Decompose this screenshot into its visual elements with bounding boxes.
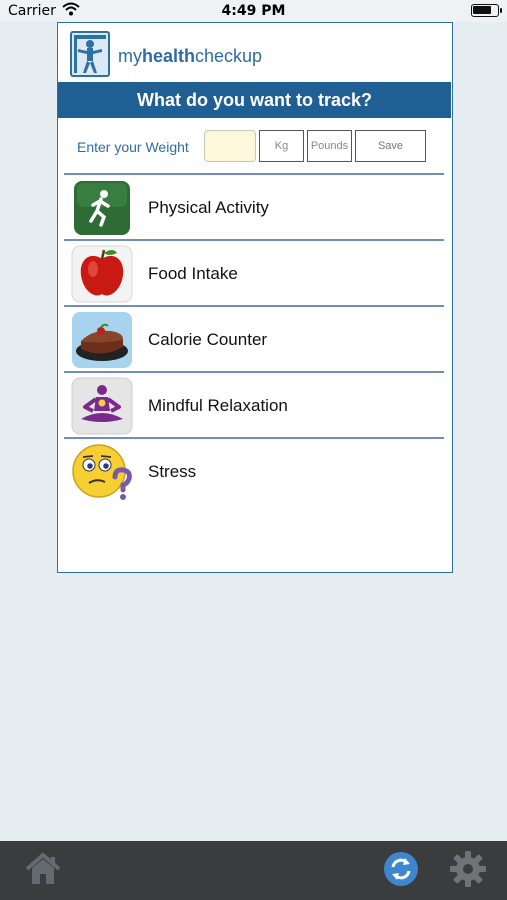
apple-icon [71, 245, 133, 303]
list-item-label: Food Intake [148, 264, 238, 283]
list-item-mindful-relaxation[interactable]: Mindful Relaxation [64, 371, 444, 437]
weight-input[interactable] [204, 130, 256, 162]
list-item-stress[interactable]: Stress [64, 437, 444, 503]
list-item-physical-activity[interactable]: Physical Activity [64, 173, 444, 239]
gear-icon[interactable] [448, 849, 488, 893]
refresh-icon[interactable] [383, 851, 419, 891]
list-item-label: Calorie Counter [148, 330, 268, 349]
cake-icon [71, 311, 133, 369]
page-title: What do you want to track? [58, 82, 451, 118]
battery-icon [471, 4, 502, 17]
brand-header: myhealthcheckup [70, 31, 440, 79]
list-item-calorie-counter[interactable]: Calorie Counter [64, 305, 444, 371]
worried-face-icon [71, 443, 133, 501]
track-list: Physical Activity Food Intake Calorie Co… [64, 173, 444, 503]
save-button[interactable]: Save [355, 130, 426, 162]
kg-button[interactable]: Kg [259, 130, 304, 162]
home-icon[interactable] [24, 850, 62, 892]
list-item-food-intake[interactable]: Food Intake [64, 239, 444, 305]
running-person-icon [71, 179, 133, 237]
weight-entry-row: Enter your Weight Kg Pounds Save [58, 129, 451, 163]
tracking-card: myhealthcheckup What do you want to trac… [57, 22, 453, 573]
list-item-label: Mindful Relaxation [148, 396, 288, 415]
bottom-toolbar [0, 841, 507, 900]
weight-label: Enter your Weight [77, 139, 189, 155]
list-item-label: Physical Activity [148, 198, 269, 217]
pounds-button[interactable]: Pounds [307, 130, 352, 162]
status-bar: Carrier 4:49 PM [0, 0, 507, 22]
meditation-icon [71, 377, 133, 435]
clock: 4:49 PM [221, 3, 286, 19]
app-name: myhealthcheckup [118, 46, 263, 66]
list-item-label: Stress [148, 462, 197, 481]
body-figure-icon [70, 31, 110, 77]
